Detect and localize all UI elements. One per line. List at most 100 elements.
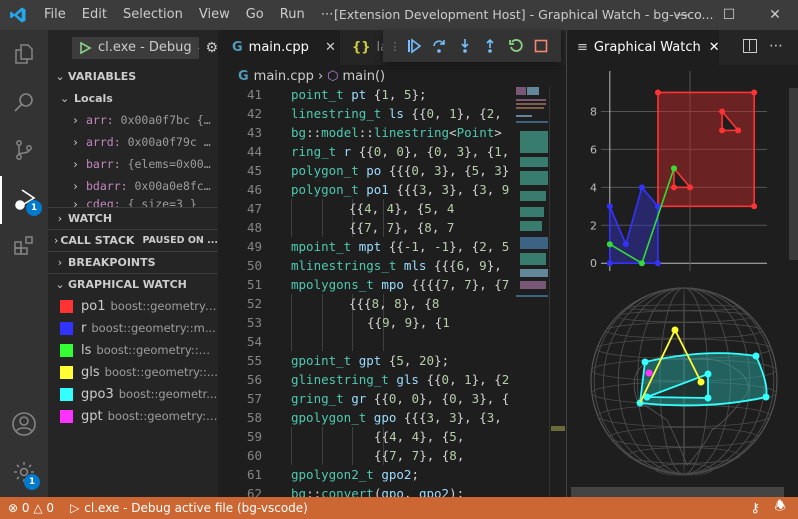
minimize-button[interactable]: —: [660, 0, 706, 30]
close-tab-icon[interactable]: ✕: [325, 40, 336, 55]
debug-badge: 1: [26, 200, 42, 216]
variable-row[interactable]: › arr: 0x00a0f7bc {…: [48, 109, 218, 131]
accounts-button[interactable]: [0, 400, 48, 448]
panel-horizontal-scrollbar[interactable]: [571, 487, 784, 497]
line-number: 48: [246, 220, 262, 235]
code-line[interactable]: 60 {{7, 7}, {8,: [218, 446, 514, 465]
variable-row[interactable]: › arrd: 0x00a0f79c …: [48, 131, 218, 153]
menu-selection[interactable]: Selection: [115, 0, 191, 30]
menu-file[interactable]: File: [36, 0, 74, 30]
graphical-watch-item[interactable]: ls boost::geometry::m...: [48, 339, 218, 361]
menu-view[interactable]: View: [191, 0, 238, 30]
stop-icon: [534, 39, 548, 53]
code-line[interactable]: 46 polygon_t po1 {{{3, 3}, {3, 9: [218, 180, 514, 199]
notifications-bell-icon[interactable]: 🕭: [774, 497, 786, 519]
code-line[interactable]: 47 {{4, 4}, {5, 4: [218, 199, 514, 218]
code-line[interactable]: 45 polygon_t po {{{0, 3}, {5, 3}: [218, 161, 514, 180]
problems-indicator[interactable]: ⊗ 0 △ 0: [8, 501, 54, 515]
code-line[interactable]: 50 mlinestrings_t mls {{{6, 9},: [218, 256, 514, 275]
menu-run[interactable]: Run: [272, 0, 313, 30]
color-swatch: [60, 343, 73, 357]
code-line[interactable]: 58 gpolygon_t gpo {{{3, 3}, {3,: [218, 408, 514, 427]
run-debug-button[interactable]: 1: [0, 176, 48, 224]
code-line[interactable]: 48 {{7, 7}, {8, 7: [218, 218, 514, 237]
code-line[interactable]: 59 {{4, 4}, {5,: [218, 427, 514, 446]
breadcrumb-symbol[interactable]: main(): [343, 69, 386, 84]
locals-scope[interactable]: ⌄ Locals: [48, 87, 218, 109]
graphical-watch-item[interactable]: gpt boost::geometry::...: [48, 405, 218, 427]
source-control-button[interactable]: [0, 126, 48, 174]
variables-section-header[interactable]: ⌄ VARIABLES: [48, 65, 218, 87]
code-line[interactable]: 56 glinestring_t gls {{0, 1}, {2: [218, 370, 514, 389]
code-line[interactable]: 55 gpoint_t gpt {5, 20};: [218, 351, 514, 370]
variable-row[interactable]: › cdeq: { size=3 }: [48, 197, 218, 207]
live-share-icon[interactable]: ⚷: [750, 501, 760, 516]
breakpoints-section-header[interactable]: › BREAKPOINTS: [48, 251, 218, 273]
line-number: 60: [246, 448, 262, 463]
activity-bar: 1 1: [0, 30, 48, 497]
graphical-watch-item[interactable]: po1 boost::geometry::...: [48, 295, 218, 317]
close-tab-icon[interactable]: ✕: [709, 40, 720, 55]
menu-go[interactable]: Go: [238, 0, 272, 30]
graphical-watch-item[interactable]: gls boost::geometry::...: [48, 361, 218, 383]
callstack-section-header[interactable]: › CALL STACK PAUSED ON ...: [48, 229, 218, 251]
code-text: mpoint_t mpt {{-1, -1}, {2, 5: [291, 239, 510, 254]
vertex-gpo3: [704, 394, 712, 402]
restart-button[interactable]: [503, 32, 529, 60]
watch-section-header[interactable]: › WATCH: [48, 207, 218, 229]
code-text: point_t pt {1, 5};: [291, 87, 427, 102]
warning-icon: △: [33, 501, 43, 515]
split-editor-icon[interactable]: [743, 39, 757, 53]
panel-scrollbar[interactable]: [789, 88, 798, 260]
debug-config-select[interactable]: cl.exe - Debug ⌄: [72, 36, 200, 59]
step-into-button[interactable]: [452, 32, 478, 60]
drag-handle-icon[interactable]: ⋮: [389, 32, 401, 60]
graphical-watch-item[interactable]: gpo3 boost::geometr...: [48, 383, 218, 405]
code-line[interactable]: 44 ring_t r {{0, 0}, {0, 3}, {1,: [218, 142, 514, 161]
maximize-button[interactable]: ☐: [706, 0, 752, 30]
code-line[interactable]: 54: [218, 332, 514, 351]
graphical-watch-section-header[interactable]: ⌄ GRAPHICAL WATCH: [48, 273, 218, 295]
minimap[interactable]: [514, 87, 566, 497]
code-line[interactable]: 52 {{{8, 8}, {8: [218, 294, 514, 313]
restart-icon: [508, 39, 523, 52]
tab-main-cpp[interactable]: G main.cpp ✕: [218, 30, 340, 65]
vertex-r: [606, 203, 613, 210]
close-window-button[interactable]: ✕: [752, 0, 798, 30]
line-number: 55: [246, 353, 262, 368]
tab-graphical-watch[interactable]: ≡ Graphical Watch ✕: [567, 30, 720, 65]
line-number: 50: [246, 258, 262, 273]
stop-button[interactable]: [529, 32, 555, 60]
search-button[interactable]: [0, 78, 48, 126]
code-editor[interactable]: 41 point_t pt {1, 5}; 42 linestring_t ls {{…: [218, 85, 514, 497]
line-number: 56: [246, 372, 262, 387]
code-line[interactable]: 43 bg::model::linestring<Point>: [218, 123, 514, 142]
extensions-button[interactable]: [0, 222, 48, 270]
step-over-button[interactable]: [427, 32, 453, 60]
code-line[interactable]: 41 point_t pt {1, 5};: [218, 85, 514, 104]
vertex-po1-outer: [654, 89, 661, 96]
debug-settings-gear-icon[interactable]: ⚙: [205, 40, 218, 56]
variable-row[interactable]: › bdarr: 0x00a0e8fc…: [48, 175, 218, 197]
step-out-button[interactable]: [478, 32, 504, 60]
graphical-watch-item[interactable]: r boost::geometry::m...: [48, 317, 218, 339]
code-line[interactable]: 62 bg::convert(gpo, gpo2);: [218, 484, 514, 497]
code-line[interactable]: 61 gpolygon2_t gpo2;: [218, 465, 514, 484]
code-line[interactable]: 57 gring_t gr {{0, 0}, {0, 3}, {: [218, 389, 514, 408]
variable-row[interactable]: › barr: {elems=0x00…: [48, 153, 218, 175]
debug-status[interactable]: ▷ cl.exe - Debug active file (bg-vscode): [70, 501, 308, 515]
manage-button[interactable]: 1: [0, 448, 48, 496]
code-line[interactable]: 49 mpoint_t mpt {{-1, -1}, {2, 5: [218, 237, 514, 256]
menu-edit[interactable]: Edit: [74, 0, 115, 30]
continue-button[interactable]: [401, 32, 427, 60]
vertex-r: [638, 184, 645, 191]
indent-guide: [322, 427, 323, 446]
code-line[interactable]: 42 linestring_t ls {{0, 1}, {2,: [218, 104, 514, 123]
explorer-button[interactable]: [0, 30, 48, 78]
code-line[interactable]: 51 mpolygons_t mpo {{{{7, 7}, {7: [218, 275, 514, 294]
breadcrumb-file[interactable]: main.cpp: [254, 69, 314, 84]
code-line[interactable]: 53 {{9, 9}, {1: [218, 313, 514, 332]
y-tick-label: 4: [590, 181, 597, 194]
indent-guide: [291, 313, 292, 332]
more-actions-icon[interactable]: ⋯: [769, 38, 783, 54]
